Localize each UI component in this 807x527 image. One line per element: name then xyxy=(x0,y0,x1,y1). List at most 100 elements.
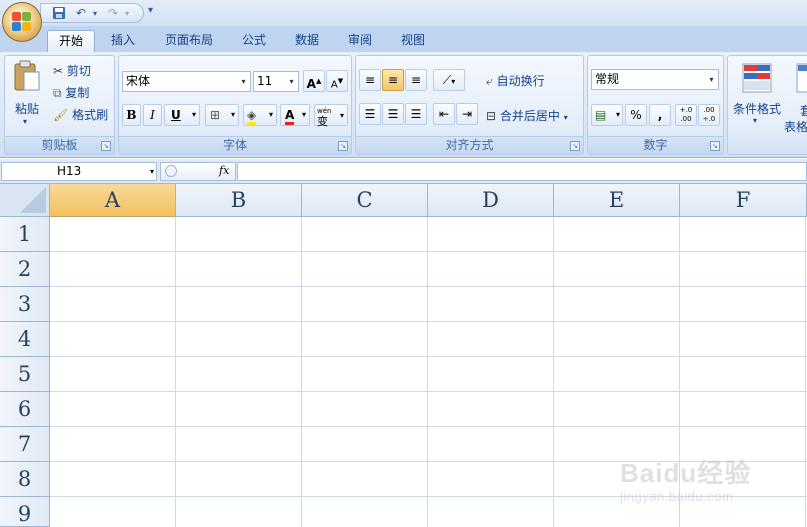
formula-bar: H13 ▾ fx xyxy=(0,159,807,184)
tab-formulas[interactable]: 公式 xyxy=(234,30,274,52)
row-header-1[interactable]: 1 xyxy=(0,217,50,252)
paste-button[interactable]: 粘贴 ▾ xyxy=(9,60,45,132)
shrink-font-button[interactable]: A▼ xyxy=(326,70,348,92)
format-as-table-button[interactable]: 套 表格 xyxy=(784,60,807,134)
comma-style-button[interactable]: , xyxy=(649,104,671,126)
align-bottom-button[interactable]: ≡ xyxy=(405,69,427,91)
fill-color-button[interactable]: ◈ ▾ xyxy=(243,104,277,126)
font-color-button[interactable]: A ▾ xyxy=(280,104,310,126)
column-header-e[interactable]: E xyxy=(554,184,680,217)
bold-button[interactable]: B xyxy=(122,104,141,126)
column-header-d[interactable]: D xyxy=(428,184,554,217)
tab-insert[interactable]: 插入 xyxy=(103,30,143,52)
chevron-down-icon[interactable]: ▾ xyxy=(302,105,306,125)
chevron-down-icon[interactable]: ▾ xyxy=(616,105,620,125)
row-header-6[interactable]: 6 xyxy=(0,392,50,427)
formula-input[interactable] xyxy=(237,162,807,181)
alignment-launcher-icon[interactable]: ↘ xyxy=(570,141,580,151)
chevron-down-icon[interactable]: ▾ xyxy=(705,70,718,89)
chevron-down-icon[interactable]: ▾ xyxy=(192,105,196,125)
tab-home[interactable]: 开始 xyxy=(47,30,95,52)
align-top-button[interactable]: ≡ xyxy=(359,69,381,91)
merge-center-button[interactable]: ⊟ 合并后居中 ▾ xyxy=(486,107,568,124)
expand-handle-icon[interactable] xyxy=(165,165,177,177)
paintbrush-icon: 🖌 xyxy=(53,108,69,122)
row-header-3[interactable]: 3 xyxy=(0,287,50,322)
cut-button[interactable]: ✂ 剪切 xyxy=(53,62,91,79)
align-top-icon: ≡ xyxy=(364,73,376,87)
shrink-font-icon: A xyxy=(330,79,338,91)
undo-dropdown-icon[interactable]: ▾ xyxy=(87,6,103,21)
column-header-c[interactable]: C xyxy=(302,184,428,217)
save-icon[interactable] xyxy=(51,6,67,21)
font-launcher-icon[interactable]: ↘ xyxy=(338,141,348,151)
phonetic-char: 变 xyxy=(317,115,328,128)
currency-icon: ▤ xyxy=(595,108,607,122)
italic-button[interactable]: I xyxy=(143,104,162,126)
row-header-7[interactable]: 7 xyxy=(0,427,50,462)
select-all-button[interactable] xyxy=(0,184,50,217)
row-header-4[interactable]: 4 xyxy=(0,322,50,357)
redo-dropdown-icon[interactable]: ▾ xyxy=(119,6,135,21)
percent-button[interactable]: % xyxy=(625,104,647,126)
chevron-down-icon[interactable]: ▾ xyxy=(451,77,455,86)
row-header-2[interactable]: 2 xyxy=(0,252,50,287)
office-button[interactable] xyxy=(2,2,42,42)
paint-bucket-icon: ◈ xyxy=(247,108,257,125)
column-header-a[interactable]: A xyxy=(50,184,176,217)
insert-function-button[interactable]: fx xyxy=(219,164,229,177)
increase-decimal-button[interactable]: +.0 .00 xyxy=(675,104,697,126)
row-header-5[interactable]: 5 xyxy=(0,357,50,392)
align-left-button[interactable]: ☰ xyxy=(359,103,381,125)
conditional-format-button[interactable]: 条件格式 ▾ xyxy=(731,60,785,130)
excel-window: ↶ ▾ ↷ ▾ ▾ 开始 插入 页面布局 公式 数据 审阅 视图 粘贴 ▾ ✂ … xyxy=(0,0,807,527)
format-painter-button[interactable]: 🖌 格式刷 xyxy=(53,106,108,123)
column-header-b[interactable]: B xyxy=(176,184,302,217)
borders-button[interactable]: ⊞ ▾ xyxy=(205,104,239,126)
grow-font-button[interactable]: A▲ xyxy=(303,70,325,92)
chevron-down-icon[interactable]: ▾ xyxy=(231,105,235,125)
underline-button[interactable]: U ▾ xyxy=(164,104,200,126)
wrap-text-button[interactable]: ⤶ 自动换行 xyxy=(486,72,545,89)
orientation-button[interactable]: ⟋▾ xyxy=(433,69,465,91)
number-format-value: 常规 xyxy=(595,72,620,86)
cell-area[interactable] xyxy=(50,217,807,527)
align-center-button[interactable]: ☰ xyxy=(382,103,404,125)
row-header-9[interactable]: 9 xyxy=(0,497,50,527)
increase-indent-button[interactable]: ⇥ xyxy=(456,103,478,125)
copy-icon: ⧉ xyxy=(53,86,62,100)
conditional-format-icon xyxy=(742,63,772,93)
chevron-down-icon[interactable]: ▾ xyxy=(285,72,298,91)
copy-button[interactable]: ⧉ 复制 xyxy=(53,84,89,101)
chevron-down-icon[interactable]: ▾ xyxy=(150,163,154,180)
phonetic-button[interactable]: wén 变 ▾ xyxy=(314,104,348,128)
office-logo-icon xyxy=(12,12,32,32)
format-as-table-label-1: 套 xyxy=(800,104,807,118)
font-size-value: 11 xyxy=(257,74,273,88)
tab-data[interactable]: 数据 xyxy=(287,30,327,52)
clipboard-launcher-icon[interactable]: ↘ xyxy=(101,141,111,151)
decrease-indent-button[interactable]: ⇤ xyxy=(433,103,455,125)
tab-review[interactable]: 审阅 xyxy=(340,30,380,52)
chevron-down-icon[interactable]: ▾ xyxy=(340,111,344,121)
name-box[interactable]: H13 ▾ xyxy=(1,162,157,181)
chevron-down-icon[interactable]: ▾ xyxy=(564,113,568,122)
column-header-f[interactable]: F xyxy=(680,184,807,217)
chevron-down-icon[interactable]: ▾ xyxy=(237,72,250,91)
accounting-format-button[interactable]: ▤ ▾ xyxy=(591,104,623,126)
row-header-8[interactable]: 8 xyxy=(0,462,50,497)
number-format-combo[interactable]: 常规 ▾ xyxy=(591,69,719,90)
align-middle-button[interactable]: ≡ xyxy=(382,69,404,91)
number-launcher-icon[interactable]: ↘ xyxy=(710,141,720,151)
clipboard-group-label: 剪贴板 xyxy=(5,136,114,154)
chevron-down-icon[interactable]: ▾ xyxy=(269,105,273,125)
tab-view[interactable]: 视图 xyxy=(393,30,433,52)
decrease-decimal-button[interactable]: .00 ÷.0 xyxy=(698,104,720,126)
align-right-button[interactable]: ☰ xyxy=(405,103,427,125)
font-name-combo[interactable]: 宋体 ▾ xyxy=(122,71,251,92)
font-size-combo[interactable]: 11 ▾ xyxy=(253,71,299,92)
customize-toolbar-icon[interactable]: ▾ xyxy=(148,5,153,16)
name-box-value: H13 xyxy=(57,164,82,178)
alignment-group-label: 对齐方式 xyxy=(356,136,583,154)
tab-page-layout[interactable]: 页面布局 xyxy=(158,30,220,52)
